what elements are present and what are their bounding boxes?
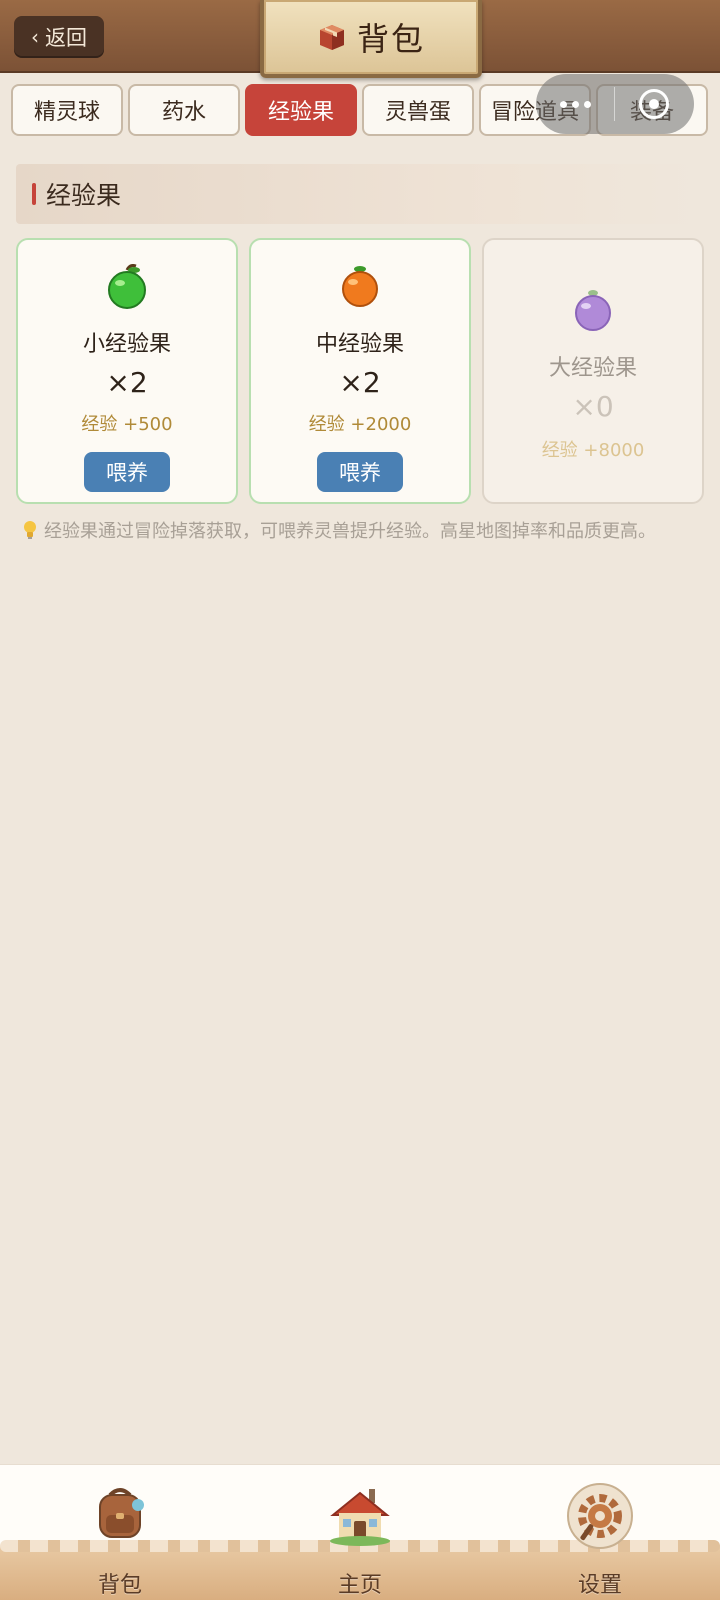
close-miniprogram-icon[interactable] — [615, 89, 693, 119]
item-exp-value: 经验 +2000 — [308, 414, 412, 435]
section-title: 经验果 — [46, 181, 122, 210]
back-button[interactable]: ‹ 返回 — [14, 16, 104, 58]
box-icon — [319, 25, 344, 50]
tab-exp-fruit[interactable]: 经验果 — [245, 84, 357, 136]
nav-item-home[interactable]: 主页 — [240, 1465, 480, 1600]
tip-text: 经验果通过冒险掉落获取，可喂养灵兽提升经验。高星地图掉率和品质更高。 — [22, 518, 702, 546]
title-plaque: 背包 — [260, 0, 482, 78]
item-count: ×2 — [106, 366, 148, 399]
tab-potion[interactable]: 药水 — [128, 84, 240, 136]
top-header: ‹ 返回 背包 — [0, 0, 720, 78]
feed-button[interactable]: 喂养 — [317, 452, 403, 492]
more-options-icon[interactable] — [536, 100, 614, 108]
section-header: 经验果 — [16, 164, 702, 224]
feed-button[interactable]: 喂养 — [84, 452, 170, 492]
section-accent-bar — [32, 183, 36, 205]
tab-beast-egg[interactable]: 灵兽蛋 — [362, 84, 474, 136]
nav-label: 主页 — [337, 1573, 382, 1598]
nav-item-settings[interactable]: 设置 — [480, 1465, 720, 1600]
nav-label: 设置 — [577, 1573, 622, 1598]
purple-fruit-icon — [575, 290, 611, 331]
miniprogram-capsule — [536, 74, 694, 134]
orange-fruit-icon — [342, 266, 378, 307]
item-name: 中经验果 — [315, 332, 404, 357]
item-card-medium-exp-fruit: 中经验果 ×2 经验 +2000 喂养 — [249, 238, 471, 504]
item-card-large-exp-fruit: 大经验果 ×0 经验 +8000 — [482, 238, 704, 504]
tab-pokeball[interactable]: 精灵球 — [11, 84, 123, 136]
item-name: 小经验果 — [82, 332, 171, 357]
item-name: 大经验果 — [548, 356, 637, 381]
gear-icon — [567, 1483, 633, 1549]
page-title: 背包 — [356, 20, 425, 58]
lightbulb-icon — [24, 521, 36, 539]
chevron-left-icon: ‹ — [31, 25, 39, 49]
item-card-small-exp-fruit: 小经验果 ×2 经验 +500 喂养 — [16, 238, 238, 504]
house-icon — [330, 1489, 390, 1546]
bottom-nav: 背包 主页 设置 — [0, 1464, 720, 1600]
backpack-icon — [99, 1488, 144, 1538]
tip-content: 经验果通过冒险掉落获取，可喂养灵兽提升经验。高星地图掉率和品质更高。 — [44, 521, 656, 542]
item-exp-value: 经验 +500 — [81, 414, 173, 435]
item-count: ×2 — [339, 366, 381, 399]
nav-label: 背包 — [97, 1573, 142, 1598]
green-apple-icon — [108, 264, 146, 309]
item-count: ×0 — [572, 390, 614, 423]
item-exp-value: 经验 +8000 — [541, 440, 645, 461]
back-button-label: 返回 — [45, 26, 87, 50]
nav-item-backpack[interactable]: 背包 — [0, 1465, 240, 1600]
